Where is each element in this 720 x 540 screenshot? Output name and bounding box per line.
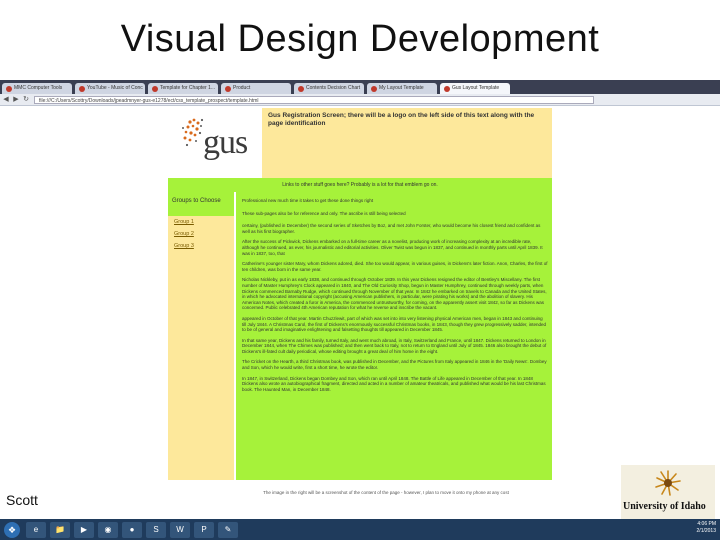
chrome-taskbar-icon[interactable]: ◉ (98, 521, 118, 538)
tab-label: Gus Layout Template (452, 85, 500, 91)
word-taskbar-icon[interactable]: W (170, 521, 190, 538)
content-paragraph: Nicholas Nickleby, put in as early 1838,… (242, 277, 547, 311)
media-taskbar-icon[interactable]: ▶ (74, 521, 94, 538)
content-paragraph: In that same year, Dickens and his famil… (242, 337, 547, 354)
slide-author: Scott (6, 492, 38, 508)
tab-label: YouTube - Music of Conc (87, 85, 143, 91)
browser-tab[interactable]: Contents Decision Chart (294, 83, 364, 94)
tab-label: Product (233, 85, 251, 91)
explorer-taskbar-icon[interactable]: 📁 (50, 521, 70, 538)
clock-date: 2/1/2013 (696, 528, 716, 534)
start-button[interactable]: ❖ (4, 521, 20, 538)
skype-taskbar-icon[interactable]: S (146, 521, 166, 538)
browser-tab[interactable]: YouTube - Music of Conc (75, 83, 145, 94)
powerpoint-taskbar-icon[interactable]: P (194, 521, 214, 538)
tab-label: Template for Chapter 1... (160, 85, 216, 91)
content-paragraph: In 1847, in Switzerland, Dickens began D… (242, 375, 546, 392)
browser-tab[interactable]: Template for Chapter 1... (148, 83, 218, 94)
page-footnote: The image in the right will be a screens… (263, 490, 509, 495)
browser-tab[interactable]: MMC Computer Tools (2, 83, 72, 94)
tab-favicon-icon (298, 85, 304, 92)
tab-label: Contents Decision Chart (306, 85, 361, 91)
sidebar-link-group-3[interactable]: Group 3 (168, 240, 234, 252)
content-paragraph: After the success of Pickwick, Dickens e… (242, 239, 543, 256)
content-paragraph: Professional new much time it takes to g… (242, 198, 374, 203)
page-banner: Gus Registration Screen; there will be a… (262, 108, 552, 178)
windows-taskbar: ❖ e 📁 ▶ ◉ ● S W P ✎ 4:06 PM 2/1/2013 (0, 519, 720, 540)
content-paragraph: The Cricket on the Hearth, a third Chris… (242, 359, 547, 371)
content-paragraph: certainy, (published in December) the se… (242, 223, 541, 234)
gus-page: gus Gus Registration Screen; there will … (168, 108, 552, 495)
browser-tab[interactable]: Product (221, 83, 291, 94)
url-field[interactable]: file:///C:/Users/Scottry/Downloads/jpead… (34, 95, 594, 104)
firefox-taskbar-icon[interactable]: ● (122, 521, 142, 538)
content-paragraph: Catherine's younger sister Mary, whom Di… (242, 261, 548, 272)
ie-taskbar-icon[interactable]: e (26, 521, 46, 538)
paint-taskbar-icon[interactable]: ✎ (218, 521, 238, 538)
browser-screenshot: MMC Computer Tools YouTube - Music of Co… (0, 80, 720, 520)
content-paragraph: appeared in October of that year. Martin… (242, 315, 547, 333)
clock-time: 4:06 PM (697, 521, 716, 527)
sidebar-link-group-2[interactable]: Group 2 (168, 228, 234, 240)
sidebar-title: Groups to Choose (168, 192, 234, 216)
tab-favicon-icon (79, 85, 85, 92)
tab-favicon-icon (152, 85, 158, 92)
content-paragraph: These sub-pages also be for reference an… (242, 210, 406, 216)
gus-logo-text: gus (203, 124, 248, 161)
tab-favicon-icon (6, 85, 12, 92)
browser-tabstrip: MMC Computer Tools YouTube - Music of Co… (0, 80, 720, 94)
address-bar: ◀ ▶ ↻ file:///C:/Users/Scottry/Downloads… (0, 94, 720, 106)
slide-title: Visual Design Development (120, 18, 600, 60)
sidebar-link-group-1[interactable]: Group 1 (168, 216, 234, 228)
tab-favicon-icon (371, 85, 377, 92)
university-logo: University of Idaho (621, 465, 715, 519)
top-link-bar: Links to other stuff goes here? Probably… (168, 178, 552, 192)
system-clock[interactable]: 4:06 PM 2/1/2013 (697, 521, 716, 535)
university-emblem-icon (655, 470, 681, 496)
gus-logo-area: gus (168, 108, 262, 178)
browser-tab[interactable]: My Layout Template (367, 83, 437, 94)
tab-favicon-icon (444, 85, 450, 92)
forward-arrow-icon[interactable]: ▶ (12, 96, 20, 104)
main-content: Professional new much time it takes to g… (236, 192, 552, 480)
tab-label: MMC Computer Tools (14, 85, 63, 91)
back-arrow-icon[interactable]: ◀ (2, 96, 10, 104)
tab-favicon-icon (225, 85, 231, 92)
group-sidebar: Groups to Choose Group 1 Group 2 Group 3 (168, 192, 234, 480)
browser-tab-active[interactable]: Gus Layout Template (440, 83, 510, 94)
tab-label: My Layout Template (379, 85, 424, 91)
university-logo-text: University of Idaho (623, 501, 706, 512)
reload-icon[interactable]: ↻ (22, 96, 30, 104)
